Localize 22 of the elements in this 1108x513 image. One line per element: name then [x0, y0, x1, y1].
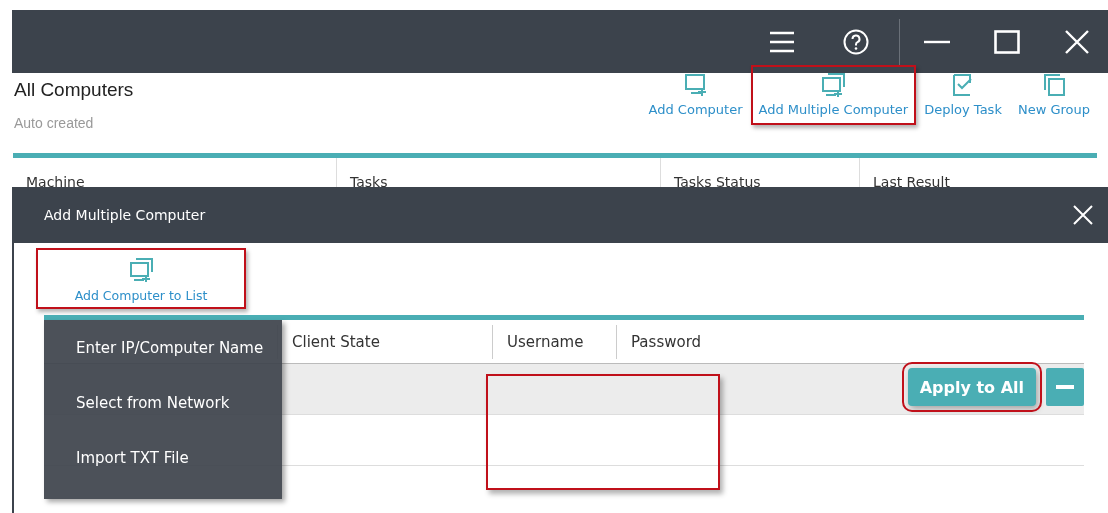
monitor-plus-icon[interactable] [683, 73, 708, 97]
column-header: Password [616, 324, 702, 359]
close-icon[interactable] [1072, 204, 1094, 226]
page-title: All Computers [14, 79, 134, 101]
toolbar-button[interactable]: Add Multiple Computer [750, 65, 917, 125]
help-icon[interactable] [843, 28, 869, 55]
close-icon[interactable] [1064, 28, 1090, 55]
toolbar-button[interactable]: Add Computer [640, 65, 751, 125]
column-header: Username [492, 324, 616, 359]
column-header: Machine [25, 173, 86, 188]
overlapping-squares-icon[interactable] [1041, 73, 1066, 97]
stacked-monitors-icon[interactable] [129, 258, 153, 282]
add-to-list-button[interactable]: Add Computer to List [36, 248, 246, 309]
page-subtitle: Auto created [14, 115, 95, 131]
stacked-monitors-icon[interactable] [821, 73, 846, 97]
remove-button[interactable] [1046, 368, 1084, 406]
toolbar-button[interactable]: New Group [1009, 65, 1098, 125]
menu-item[interactable]: Import TXT File [44, 434, 282, 489]
toolbar-button[interactable]: Deploy Task [916, 65, 1010, 125]
dialog-title: Add Multiple Computer [44, 207, 206, 223]
menu-icon[interactable] [769, 29, 795, 54]
maximize-icon[interactable] [994, 29, 1020, 54]
